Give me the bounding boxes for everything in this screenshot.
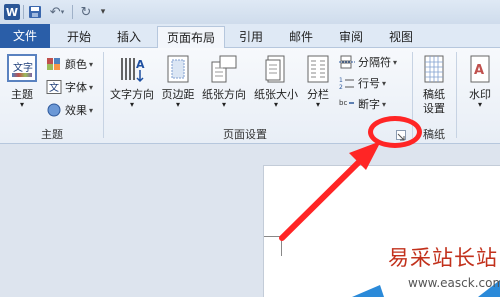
watermark-text: 易采站长站 — [388, 246, 498, 270]
watermark-url: www.easck.com — [408, 276, 500, 290]
